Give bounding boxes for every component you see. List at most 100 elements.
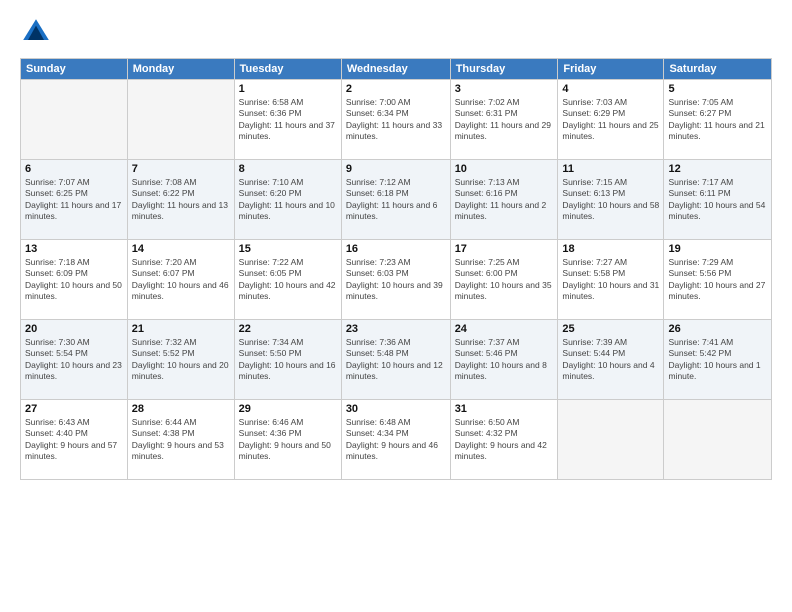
- day-info: Sunrise: 7:15 AMSunset: 6:13 PMDaylight:…: [562, 177, 659, 223]
- day-number: 22: [239, 323, 337, 335]
- calendar-cell: 15Sunrise: 7:22 AMSunset: 6:05 PMDayligh…: [234, 240, 341, 320]
- day-info: Sunrise: 7:13 AMSunset: 6:16 PMDaylight:…: [455, 177, 554, 223]
- calendar-cell: 23 Sunrise: 7:36 AMSunset: 5:48 PMDayligh…: [341, 320, 450, 400]
- day-info: Sunrise: 7:02 AMSunset: 6:31 PMDaylight:…: [455, 97, 554, 143]
- calendar-cell: 12 Sunrise: 7:17 AMSunset: 6:11 PMDayligh…: [664, 160, 772, 240]
- day-number: 20: [25, 323, 123, 335]
- day-number: 9: [346, 163, 446, 175]
- day-info: Sunrise: 7:18 AMSunset: 6:09 PMDaylight:…: [25, 257, 123, 303]
- day-number: 17: [455, 243, 554, 255]
- calendar-cell: 27 Sunrise: 6:43 AMSunset: 4:40 PMDayligh…: [21, 400, 128, 480]
- calendar-week-row: 6 Sunrise: 7:07 AMSunset: 6:25 PMDaylight…: [21, 160, 772, 240]
- calendar-cell: 9 Sunrise: 7:12 AMSunset: 6:18 PMDaylight…: [341, 160, 450, 240]
- day-info: Sunrise: 6:50 AMSunset: 4:32 PMDaylight:…: [455, 417, 554, 463]
- day-number: 3: [455, 83, 554, 95]
- day-number: 28: [132, 403, 230, 415]
- day-number: 27: [25, 403, 123, 415]
- day-number: 8: [239, 163, 337, 175]
- calendar-cell: [664, 400, 772, 480]
- calendar-week-row: 1 Sunrise: 6:58 AMSunset: 6:36 PMDaylight…: [21, 80, 772, 160]
- day-info: Sunrise: 7:29 AMSunset: 5:56 PMDaylight:…: [668, 257, 767, 303]
- day-number: 7: [132, 163, 230, 175]
- calendar-cell: 8 Sunrise: 7:10 AMSunset: 6:20 PMDaylight…: [234, 160, 341, 240]
- calendar-cell: 1 Sunrise: 6:58 AMSunset: 6:36 PMDaylight…: [234, 80, 341, 160]
- day-info: Sunrise: 6:46 AMSunset: 4:36 PMDaylight:…: [239, 417, 337, 463]
- day-info: Sunrise: 7:17 AMSunset: 6:11 PMDaylight:…: [668, 177, 767, 223]
- day-info: Sunrise: 6:58 AMSunset: 6:36 PMDaylight:…: [239, 97, 337, 143]
- day-header-tuesday: Tuesday: [234, 59, 341, 80]
- day-info: Sunrise: 7:07 AMSunset: 6:25 PMDaylight:…: [25, 177, 123, 223]
- day-number: 21: [132, 323, 230, 335]
- logo-icon: [20, 16, 52, 48]
- day-number: 19: [668, 243, 767, 255]
- day-info: Sunrise: 7:03 AMSunset: 6:29 PMDaylight:…: [562, 97, 659, 143]
- day-info: Sunrise: 7:32 AMSunset: 5:52 PMDaylight:…: [132, 337, 230, 383]
- calendar-week-row: 20 Sunrise: 7:30 AMSunset: 5:54 PMDayligh…: [21, 320, 772, 400]
- calendar-cell: 16 Sunrise: 7:23 AMSunset: 6:03 PMDayligh…: [341, 240, 450, 320]
- calendar-cell: [127, 80, 234, 160]
- calendar-cell: 11 Sunrise: 7:15 AMSunset: 6:13 PMDayligh…: [558, 160, 664, 240]
- day-info: Sunrise: 7:25 AMSunset: 6:00 PMDaylight:…: [455, 257, 554, 303]
- day-number: 5: [668, 83, 767, 95]
- day-number: 16: [346, 243, 446, 255]
- day-number: 10: [455, 163, 554, 175]
- day-number: 31: [455, 403, 554, 415]
- calendar-cell: 21 Sunrise: 7:32 AMSunset: 5:52 PMDayligh…: [127, 320, 234, 400]
- day-info: Sunrise: 7:05 AMSunset: 6:27 PMDaylight:…: [668, 97, 767, 143]
- day-number: 6: [25, 163, 123, 175]
- day-info: Sunrise: 7:30 AMSunset: 5:54 PMDaylight:…: [25, 337, 123, 383]
- day-info: Sunrise: 7:00 AMSunset: 6:34 PMDaylight:…: [346, 97, 446, 143]
- day-info: Sunrise: 7:36 AMSunset: 5:48 PMDaylight:…: [346, 337, 446, 383]
- calendar-cell: 20 Sunrise: 7:30 AMSunset: 5:54 PMDayligh…: [21, 320, 128, 400]
- calendar-week-row: 13Sunrise: 7:18 AMSunset: 6:09 PMDayligh…: [21, 240, 772, 320]
- calendar-cell: 19 Sunrise: 7:29 AMSunset: 5:56 PMDayligh…: [664, 240, 772, 320]
- calendar-cell: 24Sunrise: 7:37 AMSunset: 5:46 PMDayligh…: [450, 320, 558, 400]
- calendar-table: SundayMondayTuesdayWednesdayThursdayFrid…: [20, 58, 772, 480]
- day-info: Sunrise: 7:41 AMSunset: 5:42 PMDaylight:…: [668, 337, 767, 383]
- day-info: Sunrise: 6:44 AMSunset: 4:38 PMDaylight:…: [132, 417, 230, 463]
- day-info: Sunrise: 7:34 AMSunset: 5:50 PMDaylight:…: [239, 337, 337, 383]
- calendar-cell: 14Sunrise: 7:20 AMSunset: 6:07 PMDayligh…: [127, 240, 234, 320]
- day-info: Sunrise: 7:20 AMSunset: 6:07 PMDaylight:…: [132, 257, 230, 303]
- day-number: 11: [562, 163, 659, 175]
- calendar-cell: 31 Sunrise: 6:50 AMSunset: 4:32 PMDayligh…: [450, 400, 558, 480]
- day-number: 2: [346, 83, 446, 95]
- day-info: Sunrise: 7:27 AMSunset: 5:58 PMDaylight:…: [562, 257, 659, 303]
- day-info: Sunrise: 7:22 AMSunset: 6:05 PMDaylight:…: [239, 257, 337, 303]
- page: SundayMondayTuesdayWednesdayThursdayFrid…: [0, 0, 792, 612]
- day-header-thursday: Thursday: [450, 59, 558, 80]
- day-info: Sunrise: 7:23 AMSunset: 6:03 PMDaylight:…: [346, 257, 446, 303]
- calendar-cell: 29 Sunrise: 6:46 AMSunset: 4:36 PMDayligh…: [234, 400, 341, 480]
- day-info: Sunrise: 6:43 AMSunset: 4:40 PMDaylight:…: [25, 417, 123, 463]
- day-number: 25: [562, 323, 659, 335]
- calendar-cell: 26 Sunrise: 7:41 AMSunset: 5:42 PMDayligh…: [664, 320, 772, 400]
- day-number: 18: [562, 243, 659, 255]
- day-header-friday: Friday: [558, 59, 664, 80]
- day-number: 1: [239, 83, 337, 95]
- day-header-monday: Monday: [127, 59, 234, 80]
- day-info: Sunrise: 7:08 AMSunset: 6:22 PMDaylight:…: [132, 177, 230, 223]
- day-info: Sunrise: 7:37 AMSunset: 5:46 PMDaylight:…: [455, 337, 554, 383]
- day-number: 23: [346, 323, 446, 335]
- calendar-cell: 28 Sunrise: 6:44 AMSunset: 4:38 PMDayligh…: [127, 400, 234, 480]
- logo: [20, 16, 56, 48]
- day-header-wednesday: Wednesday: [341, 59, 450, 80]
- calendar-cell: 13Sunrise: 7:18 AMSunset: 6:09 PMDayligh…: [21, 240, 128, 320]
- calendar-cell: 2 Sunrise: 7:00 AMSunset: 6:34 PMDaylight…: [341, 80, 450, 160]
- day-number: 29: [239, 403, 337, 415]
- day-number: 12: [668, 163, 767, 175]
- calendar-cell: 18 Sunrise: 7:27 AMSunset: 5:58 PMDayligh…: [558, 240, 664, 320]
- day-header-saturday: Saturday: [664, 59, 772, 80]
- day-number: 30: [346, 403, 446, 415]
- header: [20, 16, 772, 48]
- calendar-header-row: SundayMondayTuesdayWednesdayThursdayFrid…: [21, 59, 772, 80]
- calendar-cell: 7 Sunrise: 7:08 AMSunset: 6:22 PMDaylight…: [127, 160, 234, 240]
- calendar-cell: 25Sunrise: 7:39 AMSunset: 5:44 PMDayligh…: [558, 320, 664, 400]
- day-info: Sunrise: 7:12 AMSunset: 6:18 PMDaylight:…: [346, 177, 446, 223]
- calendar-cell: 22 Sunrise: 7:34 AMSunset: 5:50 PMDayligh…: [234, 320, 341, 400]
- day-number: 26: [668, 323, 767, 335]
- day-number: 4: [562, 83, 659, 95]
- calendar-cell: [558, 400, 664, 480]
- day-info: Sunrise: 7:10 AMSunset: 6:20 PMDaylight:…: [239, 177, 337, 223]
- calendar-cell: 10 Sunrise: 7:13 AMSunset: 6:16 PMDayligh…: [450, 160, 558, 240]
